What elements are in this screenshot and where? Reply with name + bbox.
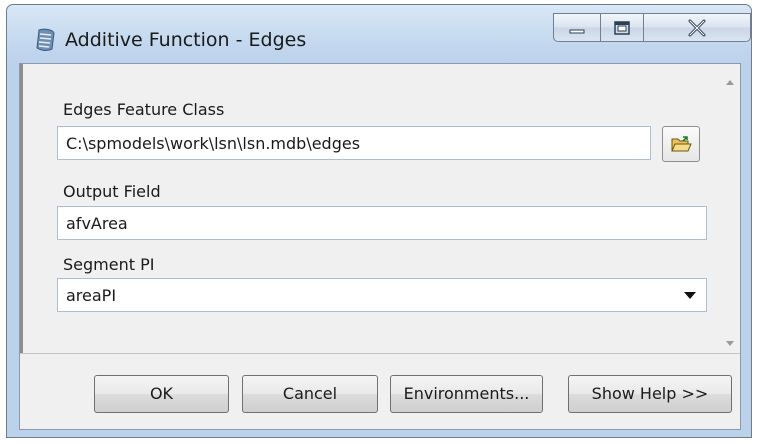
minimize-icon xyxy=(569,29,585,33)
maximize-button[interactable] xyxy=(600,13,644,42)
dialog-content: Edges Feature Class C:\spmodels\work\lsn… xyxy=(19,63,741,430)
scroll-up-arrow-icon[interactable] xyxy=(726,80,734,85)
parameters-panel: Edges Feature Class C:\spmodels\work\lsn… xyxy=(20,64,740,354)
cancel-button[interactable]: Cancel xyxy=(242,375,378,413)
output-field-label: Output Field xyxy=(63,182,161,201)
edges-feature-class-label: Edges Feature Class xyxy=(63,100,225,119)
browse-button[interactable] xyxy=(662,126,700,162)
folder-open-icon xyxy=(671,136,692,152)
caption-buttons xyxy=(553,13,752,44)
scroll-down-arrow-icon[interactable] xyxy=(726,341,734,346)
close-icon xyxy=(688,19,706,36)
close-button[interactable] xyxy=(643,13,751,42)
segment-pi-value: areaPI xyxy=(66,286,117,305)
tool-dialog-window: Additive Function - Edges Edges Feature … xyxy=(6,4,752,438)
maximize-icon xyxy=(614,20,630,35)
segment-pi-dropdown[interactable]: areaPI xyxy=(57,278,707,312)
geoprocessing-script-icon xyxy=(36,28,55,52)
environments-button[interactable]: Environments... xyxy=(390,375,543,413)
show-help-button[interactable]: Show Help >> xyxy=(568,375,732,413)
edges-feature-class-input[interactable]: C:\spmodels\work\lsn\lsn.mdb\edges xyxy=(57,126,651,160)
ok-button[interactable]: OK xyxy=(94,375,229,413)
segment-pi-label: Segment PI xyxy=(63,255,155,274)
title-bar[interactable]: Additive Function - Edges xyxy=(7,5,751,65)
dropdown-arrow-icon[interactable] xyxy=(684,292,696,299)
vertical-scrollbar[interactable] xyxy=(720,64,740,353)
output-field-input[interactable]: afvArea xyxy=(57,206,707,240)
minimize-button[interactable] xyxy=(553,13,601,42)
panel-edge xyxy=(20,64,23,353)
window-title: Additive Function - Edges xyxy=(65,29,307,51)
